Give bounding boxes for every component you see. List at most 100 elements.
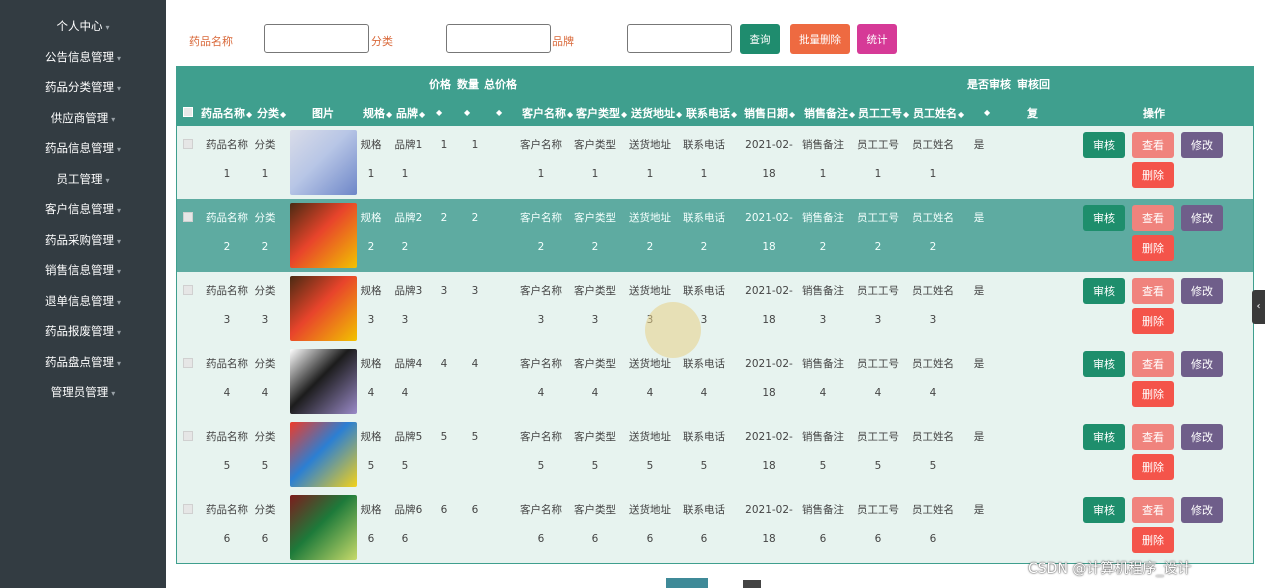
sort-icon: ◆ [567,110,574,119]
header-image: 图片 [312,107,334,120]
cell-sale-date: 2021-02- 18 [745,504,793,545]
delete-button[interactable]: 删除 [1132,454,1174,480]
sidebar-item-refund[interactable]: 退单信息管理 ▾ [0,286,166,316]
sidebar-item-sales[interactable]: 销售信息管理 ▾ [0,255,166,285]
table-row[interactable]: 药品名称 5 分类 5 规格 5 品牌 5 客户名称 5 客户类型 5 送货地址 5 联系电话 5 销售备注 5 员… [177,418,1253,491]
cell-phone: 联系电话 1 [683,139,725,180]
header-total-sort[interactable]: ◆ [495,105,502,118]
sidebar-item-notice[interactable]: 公告信息管理 ▾ [0,42,166,72]
sidebar-item-scrap[interactable]: 药品报废管理 ▾ [0,316,166,346]
header-category[interactable]: 分类◆ [257,105,286,121]
drug-name-label: 药品名称 [189,35,233,48]
row-checkbox[interactable] [183,285,193,295]
header-sale-date[interactable]: 销售日期◆ [744,105,795,121]
edit-button[interactable]: 修改 [1181,497,1223,523]
row-checkbox[interactable] [183,139,193,149]
chevron-down-icon: ▾ [111,115,116,124]
row-checkbox[interactable] [183,358,193,368]
header-address[interactable]: 送货地址◆ [631,105,682,121]
edit-button[interactable]: 修改 [1181,278,1223,304]
stats-button[interactable]: 统计 [857,24,897,54]
cell-customer-type: 客户类型 2 [574,212,616,253]
sidebar-item-employee[interactable]: 员工管理 ▾ [0,164,166,194]
header-phone[interactable]: 联系电话◆ [686,105,737,121]
sidebar-item-supplier[interactable]: 供应商管理 ▾ [0,103,166,133]
row-checkbox[interactable] [183,504,193,514]
view-button[interactable]: 查看 [1132,205,1174,231]
view-button[interactable]: 查看 [1132,278,1174,304]
view-button[interactable]: 查看 [1132,132,1174,158]
view-button[interactable]: 查看 [1132,424,1174,450]
chevron-left-icon[interactable]: ‹ [1252,290,1265,324]
query-button[interactable]: 查询 [740,24,780,54]
sidebar-item-inventory[interactable]: 药品盘点管理 ▾ [0,347,166,377]
delete-button[interactable]: 删除 [1132,308,1174,334]
chevron-down-icon: ▾ [116,54,121,63]
header-employee-no[interactable]: 员工工号◆ [858,105,909,121]
row-checkbox[interactable] [183,431,193,441]
edit-button[interactable]: 修改 [1181,424,1223,450]
table-row[interactable]: 药品名称 6 分类 6 规格 6 品牌 6 客户名称 6 客户类型 6 送货地址 6 联系电话 6 销售备注 6 员… [177,491,1253,563]
header-customer-name[interactable]: 客户名称◆ [522,105,573,121]
header-sale-note[interactable]: 销售备注◆ [804,105,855,121]
header-quantity-sort[interactable]: ◆ [463,105,470,118]
sidebar-item-personal-center[interactable]: 个人中心 ▾ [0,11,166,41]
select-all-checkbox[interactable] [183,107,193,117]
audit-button[interactable]: 审核 [1083,205,1125,231]
view-button[interactable]: 查看 [1132,351,1174,377]
table-row[interactable]: 药品名称3分类3规格3品牌3客户名称3客户类型3送货地址3联系电话3销售备注3员… [177,272,1253,345]
delete-button[interactable]: 删除 [1132,235,1174,261]
edit-button[interactable]: 修改 [1181,351,1223,377]
header-brand[interactable]: 品牌◆ [396,105,425,121]
cell-customer-type: 客户类型 3 [574,285,616,326]
cell-address: 送货地址 5 [629,431,671,472]
header-audited-sort[interactable]: ◆ [983,105,990,118]
cell-customer-type: 客户类型 4 [574,358,616,399]
delete-button[interactable]: 删除 [1132,527,1174,553]
header-spec[interactable]: 规格◆ [363,105,392,121]
pagination-next[interactable] [743,580,761,588]
table-row[interactable]: 药品名称 2 分类 2 规格 2 品牌 2 客户名称 2 客户类型 2 送货地址 2 联系电话 2 销售备注 2 员… [177,199,1253,272]
header-price-sort[interactable]: ◆ [435,105,442,118]
edit-button[interactable]: 修改 [1181,205,1223,231]
header-customer-type[interactable]: 客户类型◆ [576,105,627,121]
header-name[interactable]: 药品名称◆ [201,105,252,121]
table-row[interactable]: 药品名称 1 分类 1 规格 1 品牌 1 客户名称 1 客户类型 1 送货地址 1 联系电话 1 销售备注 1 员… [177,126,1253,199]
header-employee-name[interactable]: 员工姓名◆ [913,105,964,121]
edit-button[interactable]: 修改 [1181,132,1223,158]
cell-category: 分类 3 [254,285,276,326]
sidebar-item-drug-category[interactable]: 药品分类管理 ▾ [0,72,166,102]
cell-category: 分类 6 [254,504,276,545]
cell-audited: 是 [973,504,985,516]
cell-address: 送货地址 4 [629,358,671,399]
sort-icon: ◆ [984,108,991,117]
sidebar-item-drug-info[interactable]: 药品信息管理 ▾ [0,133,166,163]
sidebar-item-purchase[interactable]: 药品采购管理 ▾ [0,225,166,255]
audit-button[interactable]: 审核 [1083,278,1125,304]
category-input[interactable] [446,24,551,53]
audit-button[interactable]: 审核 [1083,424,1125,450]
cell-phone: 联系电话 4 [683,358,725,399]
batch-delete-button[interactable]: 批量删除 [790,24,850,54]
header-price: 价格 [429,78,451,91]
audit-button[interactable]: 审核 [1083,497,1125,523]
brand-input[interactable] [627,24,732,53]
table-row[interactable]: 药品名称 4 分类 4 规格 4 品牌 4 客户名称 4 客户类型 4 送货地址 4 联系电话 4 销售备注 4 员… [177,345,1253,418]
chevron-down-icon: ▾ [116,267,121,276]
drug-name-input[interactable] [264,24,369,53]
audit-button[interactable]: 审核 [1083,132,1125,158]
cell-audited: 是 [973,212,985,224]
row-checkbox[interactable] [183,212,193,222]
sidebar: 个人中心 ▾ 公告信息管理 ▾ 药品分类管理 ▾ 供应商管理 ▾ 药品信息管理 ▾ 员工管… [0,0,166,588]
header-total: 总价格 [484,78,517,91]
delete-button[interactable]: 删除 [1132,381,1174,407]
audit-button[interactable]: 审核 [1083,351,1125,377]
sort-icon: ◆ [496,108,503,117]
cell-sale-note: 销售备注 3 [802,285,844,326]
sidebar-item-customer[interactable]: 客户信息管理 ▾ [0,194,166,224]
sidebar-item-admin[interactable]: 管理员管理 ▾ [0,377,166,407]
view-button[interactable]: 查看 [1132,497,1174,523]
delete-button[interactable]: 删除 [1132,162,1174,188]
pagination-current-page[interactable] [666,578,708,588]
chevron-down-icon: ▾ [105,176,110,185]
